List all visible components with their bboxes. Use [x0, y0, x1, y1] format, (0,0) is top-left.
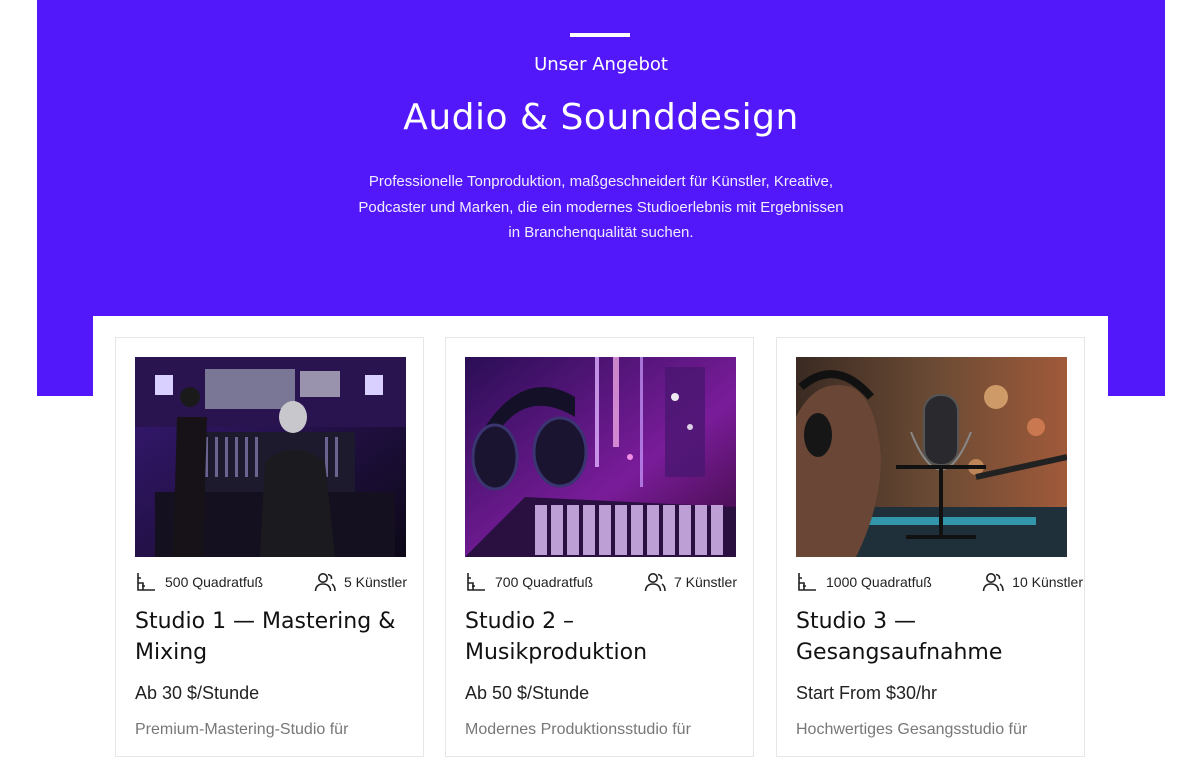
- people-icon: [314, 573, 336, 592]
- studio-3-area-label: 1000 Quadratfuß: [826, 574, 932, 590]
- studio-card-3[interactable]: 1000 Quadratfuß 10 Künstler Studio 3 — G…: [776, 337, 1085, 757]
- studio-card-2[interactable]: 700 Quadratfuß 7 Künstler Studio 2 – Mus…: [445, 337, 754, 757]
- studio-2-price: Ab 50 $/Stunde: [465, 683, 590, 703]
- studio-2-area: 700 Quadratfuß: [465, 572, 593, 592]
- studio-1-artists-label: 5 Künstler: [343, 574, 407, 590]
- ruler-icon: [467, 573, 485, 591]
- page-title: Audio & Sounddesign: [403, 97, 799, 138]
- studio-3-image[interactable]: [796, 357, 1067, 557]
- studio-1-description: Premium-Mastering-Studio für: [135, 721, 349, 738]
- hero-accent-line: [570, 33, 630, 37]
- studio-1-area-label: 500 Quadratfuß: [165, 574, 264, 590]
- people-icon: [982, 573, 1004, 592]
- studio-3-artists: 10 Künstler: [982, 572, 1083, 592]
- ruler-icon: [798, 573, 816, 591]
- studio-3-artists-label: 10 Künstler: [1012, 574, 1083, 590]
- studio-1-price: Ab 30 $/Stunde: [135, 683, 260, 703]
- studio-3-area: 1000 Quadratfuß: [796, 572, 932, 592]
- studio-3-price: Start From $30/hr: [796, 683, 938, 703]
- studio-1-image[interactable]: [135, 357, 406, 557]
- studio-2-image[interactable]: [465, 357, 736, 557]
- studio-3-description: Hochwertiges Gesangsstudio für: [796, 721, 1028, 738]
- studio-3-meta: 1000 Quadratfuß 10 Künstler: [796, 572, 1083, 594]
- studio-1-meta: 500 Quadratfuß 5 Künstler: [135, 572, 407, 594]
- studio-2-artists-label: 7 Künstler: [673, 574, 737, 590]
- studio-card-1[interactable]: 500 Quadratfuß 5 Künstler Studio 1 — Mas…: [115, 337, 424, 757]
- studio-2-area-label: 700 Quadratfuß: [495, 574, 594, 590]
- ruler-icon: [137, 573, 155, 591]
- people-icon: [644, 573, 666, 592]
- studio-2-description: Modernes Produktionsstudio für: [465, 721, 691, 738]
- studio-3-title[interactable]: Studio 3 — Gesangsaufnahme: [796, 606, 1066, 668]
- studio-2-meta: 700 Quadratfuß 7 Künstler: [465, 572, 737, 594]
- hero-description: Professionelle Tonproduktion, maßgeschne…: [358, 173, 844, 241]
- studio-1-artists: 5 Künstler: [314, 572, 407, 592]
- studio-2-title[interactable]: Studio 2 – Musikproduktion: [465, 606, 735, 668]
- studio-1-title[interactable]: Studio 1 — Mastering & Mixing: [135, 606, 405, 668]
- section-eyebrow: Unser Angebot: [534, 54, 668, 75]
- studio-2-artists: 7 Künstler: [644, 572, 737, 592]
- studio-1-area: 500 Quadratfuß: [135, 572, 263, 592]
